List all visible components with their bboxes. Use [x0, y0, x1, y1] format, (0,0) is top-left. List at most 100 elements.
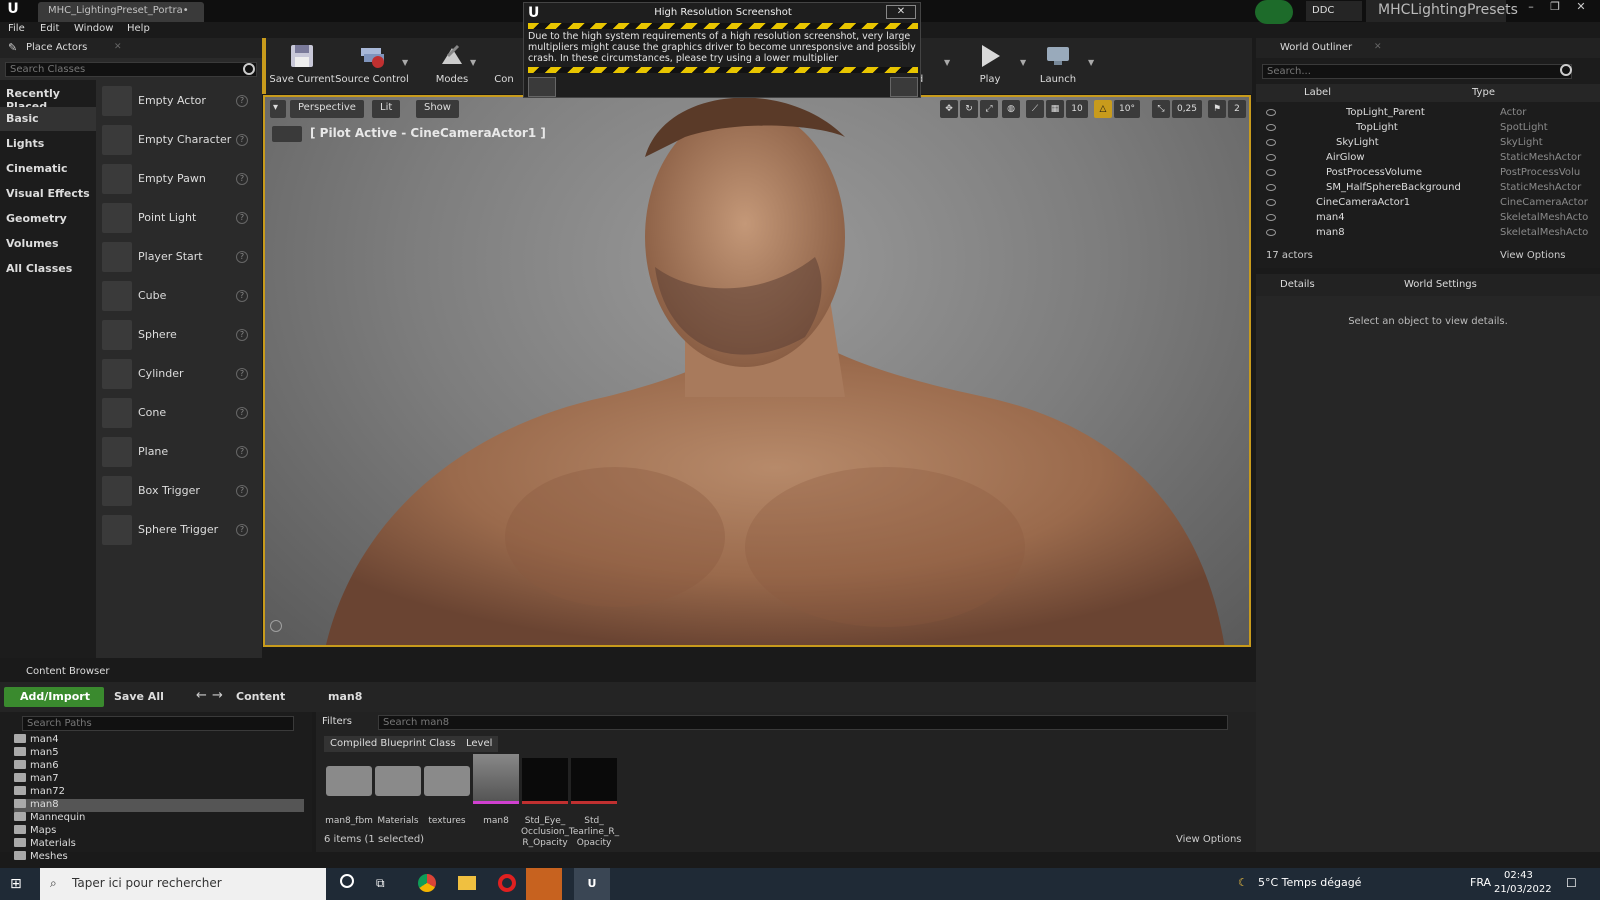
menu-edit[interactable]: Edit: [40, 23, 59, 34]
asset-tile[interactable]: Std_ Tearline_R_ Opacity: [569, 758, 619, 848]
actor-item-player-start[interactable]: Player Start?: [102, 240, 258, 276]
task-view-icon[interactable]: ⧉: [376, 876, 385, 891]
asset-tile[interactable]: man8: [473, 754, 519, 834]
world-outliner-tab[interactable]: World Outliner ✕: [1256, 38, 1600, 58]
outliner-row[interactable]: man4 SkeletalMeshActo: [1260, 211, 1590, 226]
outliner-row[interactable]: TopLight_Parent Actor: [1260, 106, 1590, 121]
save-current-button[interactable]: Save Current: [264, 38, 340, 94]
visibility-eye-icon[interactable]: [1266, 139, 1276, 146]
play-button[interactable]: Play: [952, 38, 1028, 94]
cortana-icon[interactable]: [340, 874, 354, 888]
actor-item-sphere[interactable]: Sphere?: [102, 318, 258, 354]
unreal-taskbar-icon[interactable]: U: [574, 868, 610, 900]
visibility-eye-icon[interactable]: [1266, 229, 1276, 236]
help-icon[interactable]: ?: [236, 134, 248, 146]
pilot-camera-icon[interactable]: [272, 126, 302, 142]
help-icon[interactable]: ?: [236, 485, 248, 497]
category-basic[interactable]: Basic: [0, 107, 96, 131]
viewport-options-icon[interactable]: [270, 620, 282, 632]
modes-button[interactable]: Modes: [414, 38, 490, 94]
taskbar-search-input[interactable]: Taper ici pour rechercher: [40, 868, 326, 900]
search-paths-input[interactable]: Search Paths: [22, 716, 294, 731]
visibility-eye-icon[interactable]: [1266, 199, 1276, 206]
asset-tile[interactable]: textures: [424, 758, 470, 834]
visibility-eye-icon[interactable]: [1266, 124, 1276, 131]
modes-dropdown-icon[interactable]: ▼: [470, 58, 476, 67]
surface-snap-icon[interactable]: ⟋: [1026, 100, 1044, 118]
translate-tool-icon[interactable]: ✥: [940, 100, 958, 118]
outliner-search-input[interactable]: Search...: [1262, 64, 1572, 79]
category-lights[interactable]: Lights: [0, 132, 96, 156]
visibility-eye-icon[interactable]: [1266, 154, 1276, 161]
outliner-row[interactable]: TopLight SpotLight: [1260, 121, 1590, 136]
close-window-icon[interactable]: ✕: [1570, 0, 1592, 16]
menu-window[interactable]: Window: [74, 23, 113, 34]
content-button[interactable]: Con: [486, 38, 522, 94]
forward-arrow-icon[interactable]: →: [212, 688, 223, 703]
launch-dropdown-icon[interactable]: ▼: [1088, 58, 1094, 67]
search-icon[interactable]: [243, 63, 255, 75]
search-icon[interactable]: [1560, 64, 1572, 76]
actor-item-cube[interactable]: Cube?: [102, 279, 258, 315]
back-arrow-icon[interactable]: ←: [196, 688, 207, 703]
outliner-row[interactable]: SkyLight SkyLight: [1260, 136, 1590, 151]
category-geometry[interactable]: Geometry: [0, 207, 96, 231]
tree-folder-item[interactable]: Materials: [14, 838, 304, 851]
launch-button[interactable]: Launch: [1020, 38, 1096, 94]
notification-icon[interactable]: ☐: [1566, 876, 1577, 890]
category-visual-effects[interactable]: Visual Effects: [0, 182, 96, 206]
category-all-classes[interactable]: All Classes: [0, 257, 96, 281]
outliner-row[interactable]: CineCameraActor1 CineCameraActor: [1260, 196, 1590, 211]
help-icon[interactable]: ?: [236, 95, 248, 107]
menu-file[interactable]: File: [8, 23, 25, 34]
visibility-eye-icon[interactable]: [1266, 169, 1276, 176]
save-all-button[interactable]: Save All: [114, 690, 164, 703]
ddc-indicator[interactable]: DDC: [1306, 1, 1362, 21]
source-control-status-icon[interactable]: [1255, 0, 1293, 24]
help-icon[interactable]: ?: [236, 251, 248, 263]
actor-item-plane[interactable]: Plane?: [102, 435, 258, 471]
actor-item-sphere-trigger[interactable]: Sphere Trigger?: [102, 513, 258, 549]
tree-folder-item[interactable]: Mannequin: [14, 812, 304, 825]
world-local-icon[interactable]: ◍: [1002, 100, 1020, 118]
tree-folder-item[interactable]: man7: [14, 773, 304, 786]
windows-start-icon[interactable]: ⊞: [10, 876, 22, 892]
asset-search-input[interactable]: Search man8: [378, 715, 1228, 730]
visibility-eye-icon[interactable]: [1266, 184, 1276, 191]
outliner-view-options[interactable]: View Options: [1500, 250, 1566, 261]
asset-tile[interactable]: man8_fbm: [325, 758, 373, 834]
tab-details[interactable]: Details: [1280, 279, 1315, 290]
tab-world-settings[interactable]: World Settings: [1404, 279, 1477, 290]
actor-item-empty-actor[interactable]: Empty Actor?: [102, 84, 258, 120]
tree-folder-item[interactable]: Meshes: [14, 851, 304, 864]
label-column-header[interactable]: Label: [1304, 87, 1331, 98]
rotation-snap-icon[interactable]: △: [1094, 100, 1112, 118]
filter-tag-level[interactable]: Level: [460, 736, 499, 752]
build-dropdown-icon[interactable]: ▼: [944, 58, 950, 67]
weather-text[interactable]: 5°C Temps dégagé: [1258, 876, 1361, 889]
camera-speed-icon[interactable]: ⚑: [1208, 100, 1226, 118]
discord-taskbar-button[interactable]: [526, 868, 562, 900]
close-tab-icon[interactable]: ✕: [1374, 42, 1382, 52]
help-icon[interactable]: ?: [236, 407, 248, 419]
category-recently-placed[interactable]: Recently Placed: [0, 82, 96, 113]
source-control-dropdown-icon[interactable]: ▼: [402, 58, 408, 67]
level-viewport[interactable]: [263, 95, 1251, 647]
maximize-icon[interactable]: ❐: [1544, 0, 1566, 16]
breadcrumb-man8[interactable]: man8: [328, 690, 362, 703]
actor-item-box-trigger[interactable]: Box Trigger?: [102, 474, 258, 510]
take-screenshot-button[interactable]: [890, 77, 918, 97]
help-icon[interactable]: ?: [236, 329, 248, 341]
outliner-row[interactable]: SM_HalfSphereBackground StaticMeshActor: [1260, 181, 1590, 196]
clock-time[interactable]: 02:43: [1504, 870, 1533, 881]
help-icon[interactable]: ?: [236, 290, 248, 302]
help-icon[interactable]: ?: [236, 173, 248, 185]
perspective-button[interactable]: Perspective: [290, 100, 364, 118]
outliner-row[interactable]: PostProcessVolume PostProcessVolu: [1260, 166, 1590, 181]
actor-item-cylinder[interactable]: Cylinder?: [102, 357, 258, 393]
category-volumes[interactable]: Volumes: [0, 232, 96, 256]
help-icon[interactable]: ?: [236, 446, 248, 458]
outliner-row[interactable]: man8 SkeletalMeshActo: [1260, 226, 1590, 241]
search-classes-input[interactable]: Search Classes: [5, 62, 257, 77]
tree-folder-item[interactable]: man5: [14, 747, 304, 760]
